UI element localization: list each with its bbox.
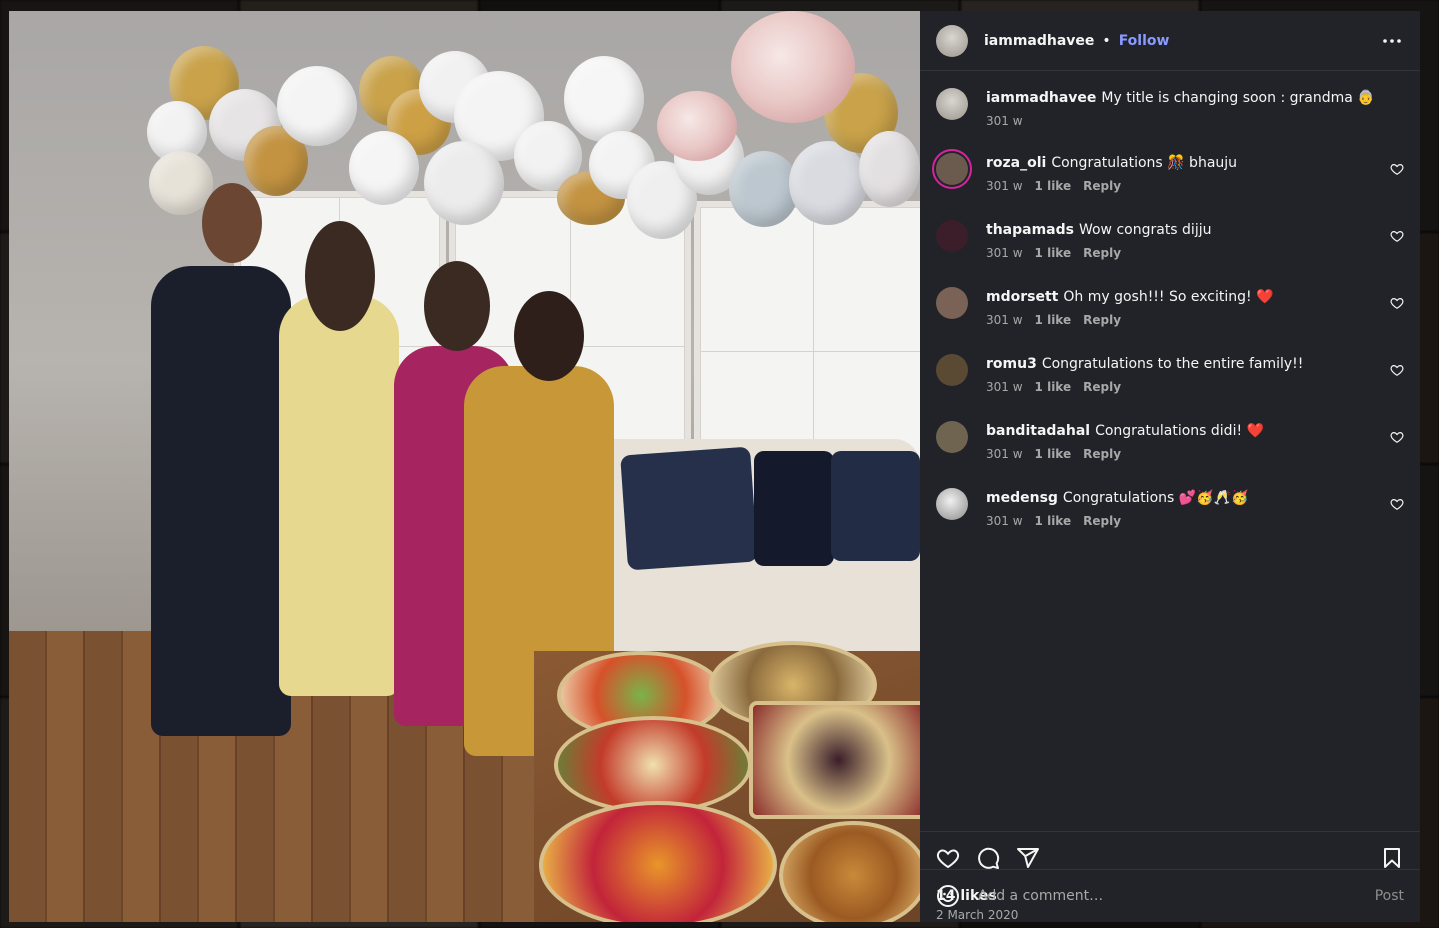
photo-balloon — [149, 151, 213, 215]
photo-pillow — [620, 446, 758, 571]
photo-balloon — [349, 131, 419, 205]
comment-likes[interactable]: 1 like — [1035, 179, 1072, 193]
follow-button[interactable]: Follow — [1119, 33, 1170, 49]
comment-item: thapamads Wow congrats dijju 301 w 1 like R… — [936, 219, 1404, 286]
comment-item: medensg Congratulations 💕🥳🥂🥳 301 w 1 like R… — [936, 487, 1404, 554]
heart-icon[interactable] — [1390, 430, 1404, 444]
commenter-avatar[interactable] — [936, 220, 968, 252]
ellipsis-icon[interactable] — [1380, 29, 1404, 53]
comment-text: Wow congrats dijju — [1078, 222, 1212, 238]
comment-time[interactable]: 301 w — [986, 246, 1023, 260]
caption-text: My title is changing soon : grandma 👵 — [1101, 90, 1375, 106]
comment-text: Oh my gosh!!! So exciting! ❤️ — [1063, 289, 1274, 305]
comment-username[interactable]: mdorsett — [986, 289, 1058, 305]
comment-username[interactable]: thapamads — [986, 222, 1074, 238]
add-comment-bar: Post — [920, 869, 1420, 922]
reply-button[interactable]: Reply — [1083, 514, 1121, 528]
reply-button[interactable]: Reply — [1083, 447, 1121, 461]
post-side-panel: iammadhavee • Follow iammadhavee My title… — [920, 11, 1420, 922]
post-modal: iammadhavee • Follow iammadhavee My title… — [9, 11, 1420, 922]
comment-input[interactable] — [976, 887, 1375, 905]
caption: iammadhavee My title is changing soon : g… — [936, 87, 1404, 152]
reply-button[interactable]: Reply — [1083, 179, 1121, 193]
comment-text: Congratulations to the entire family!! — [1041, 356, 1304, 372]
post-header: iammadhavee • Follow — [920, 11, 1420, 71]
comment-bubble-icon[interactable] — [976, 846, 1000, 870]
photo-person-head — [424, 261, 490, 351]
comment-likes[interactable]: 1 like — [1035, 447, 1072, 461]
bookmark-icon[interactable] — [1380, 846, 1404, 870]
author-username[interactable]: iammadhavee — [984, 33, 1094, 49]
heart-icon[interactable] — [1390, 497, 1404, 511]
comment-text: Congratulations 🎊 bhauju — [1051, 155, 1238, 171]
photo-balloon — [277, 66, 357, 146]
comment-time[interactable]: 301 w — [986, 380, 1023, 394]
photo-balloon — [789, 141, 867, 225]
comment-username[interactable]: roza_oli — [986, 155, 1046, 171]
comment-item: banditadahal Congratulations didi! ❤️ 301… — [936, 420, 1404, 487]
photo-paper-lantern — [657, 91, 737, 161]
commenter-avatar[interactable] — [936, 354, 968, 386]
photo-person-head — [514, 291, 584, 381]
photo-platter — [554, 716, 752, 814]
comment-item: romu3 Congratulations to the entire famil… — [936, 353, 1404, 420]
photo-platter — [539, 801, 777, 922]
comment-time[interactable]: 301 w — [986, 179, 1023, 193]
photo-balloon — [424, 141, 504, 225]
comment-username[interactable]: banditadahal — [986, 423, 1090, 439]
comment-likes[interactable]: 1 like — [1035, 246, 1072, 260]
comment-time[interactable]: 301 w — [986, 447, 1023, 461]
heart-icon[interactable] — [1390, 296, 1404, 310]
comment-time[interactable]: 301 w — [986, 514, 1023, 528]
heart-icon[interactable] — [1390, 363, 1404, 377]
smiley-icon[interactable] — [936, 884, 960, 908]
reply-button[interactable]: Reply — [1083, 246, 1121, 260]
post-comment-button[interactable]: Post — [1375, 888, 1404, 904]
comment-item: mdorsett Oh my gosh!!! So exciting! ❤️ 30… — [936, 286, 1404, 353]
heart-icon[interactable] — [1390, 229, 1404, 243]
photo-person-head — [305, 221, 375, 331]
photo-pillow — [754, 451, 834, 566]
photo-balloon — [859, 131, 920, 207]
post-photo[interactable] — [9, 11, 920, 922]
reply-button[interactable]: Reply — [1083, 380, 1121, 394]
photo-person — [151, 266, 291, 736]
comment-likes[interactable]: 1 like — [1035, 380, 1072, 394]
heart-icon[interactable] — [1390, 162, 1404, 176]
comments-list[interactable]: iammadhavee My title is changing soon : g… — [920, 71, 1420, 831]
caption-username[interactable]: iammadhavee — [986, 90, 1096, 106]
photo-person — [279, 296, 399, 696]
commenter-avatar[interactable] — [936, 287, 968, 319]
commenter-avatar[interactable] — [936, 421, 968, 453]
comment-username[interactable]: medensg — [986, 490, 1058, 506]
comment-likes[interactable]: 1 like — [1035, 313, 1072, 327]
photo-platter — [779, 821, 920, 922]
photo-paper-lantern — [731, 11, 855, 123]
comment-time[interactable]: 301 w — [986, 313, 1023, 327]
header-separator: • — [1102, 32, 1111, 49]
comment-username[interactable]: romu3 — [986, 356, 1037, 372]
paper-plane-icon[interactable] — [1016, 846, 1040, 870]
photo-platter — [749, 701, 920, 819]
comment-likes[interactable]: 1 like — [1035, 514, 1072, 528]
photo-pillow — [831, 451, 920, 561]
caption-avatar[interactable] — [936, 88, 968, 120]
photo-balloon — [564, 56, 644, 142]
commenter-avatar[interactable] — [936, 153, 968, 185]
comment-item: roza_oli Congratulations 🎊 bhauju 301 w 1 … — [936, 152, 1404, 219]
photo-person-head — [202, 183, 262, 263]
author-avatar[interactable] — [936, 24, 968, 57]
commenter-avatar[interactable] — [936, 488, 968, 520]
comment-text: Congratulations 💕🥳🥂🥳 — [1062, 490, 1249, 506]
heart-icon[interactable] — [936, 846, 960, 870]
comment-text: Congratulations didi! ❤️ — [1095, 423, 1264, 439]
caption-time[interactable]: 301 w — [986, 114, 1023, 128]
reply-button[interactable]: Reply — [1083, 313, 1121, 327]
